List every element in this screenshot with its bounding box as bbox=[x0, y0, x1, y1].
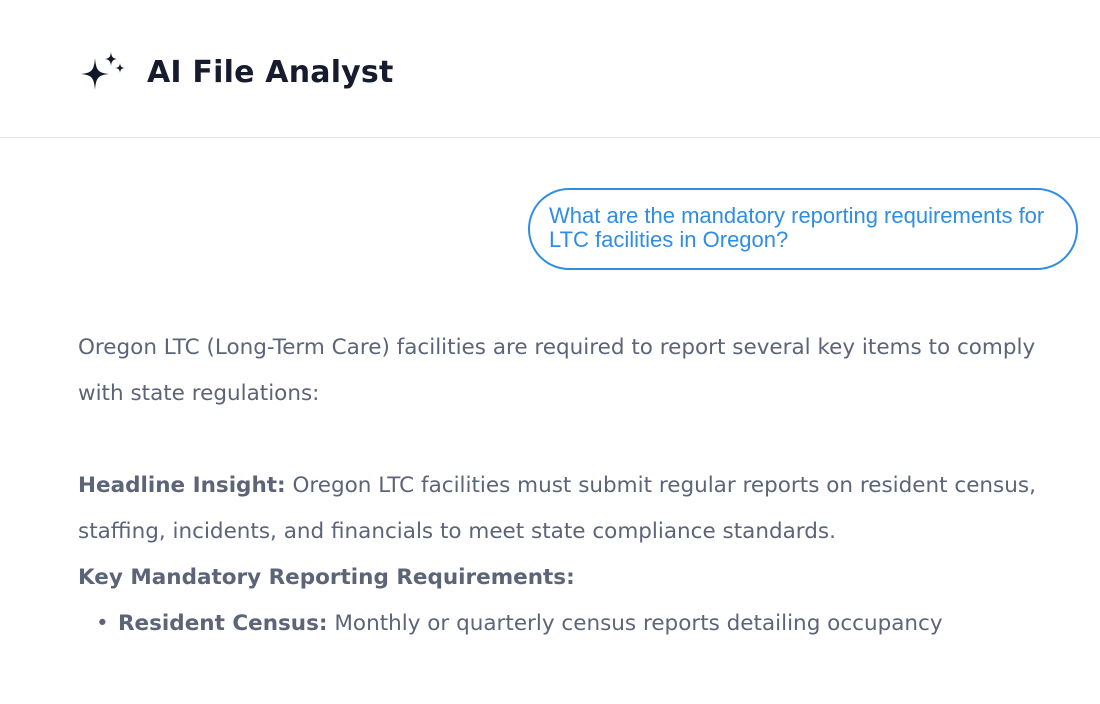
bullet-icon: • bbox=[96, 611, 109, 636]
headline-insight: Headline Insight: Oregon LTC facilities … bbox=[78, 463, 1068, 555]
response-intro: Oregon LTC (Long-Term Care) facilities a… bbox=[78, 335, 1036, 406]
headline-insight-label: Headline Insight: bbox=[78, 473, 286, 498]
requirements-list: • Resident Census: Monthly or quarterly … bbox=[78, 601, 1068, 647]
app-header: AI File Analyst bbox=[0, 0, 1100, 138]
list-item: • Resident Census: Monthly or quarterly … bbox=[96, 601, 1068, 647]
user-question-bubble: What are the mandatory reporting require… bbox=[528, 188, 1078, 270]
requirement-text: Monthly or quarterly census reports deta… bbox=[334, 611, 943, 636]
requirements-heading: Key Mandatory Reporting Requirements: bbox=[78, 555, 1068, 601]
requirement-label: Resident Census: bbox=[118, 611, 328, 636]
sparkles-icon bbox=[81, 52, 125, 90]
assistant-response: Oregon LTC (Long-Term Care) facilities a… bbox=[78, 325, 1068, 647]
app-title: AI File Analyst bbox=[147, 55, 394, 90]
requirements-heading-text: Key Mandatory Reporting Requirements: bbox=[78, 565, 575, 590]
